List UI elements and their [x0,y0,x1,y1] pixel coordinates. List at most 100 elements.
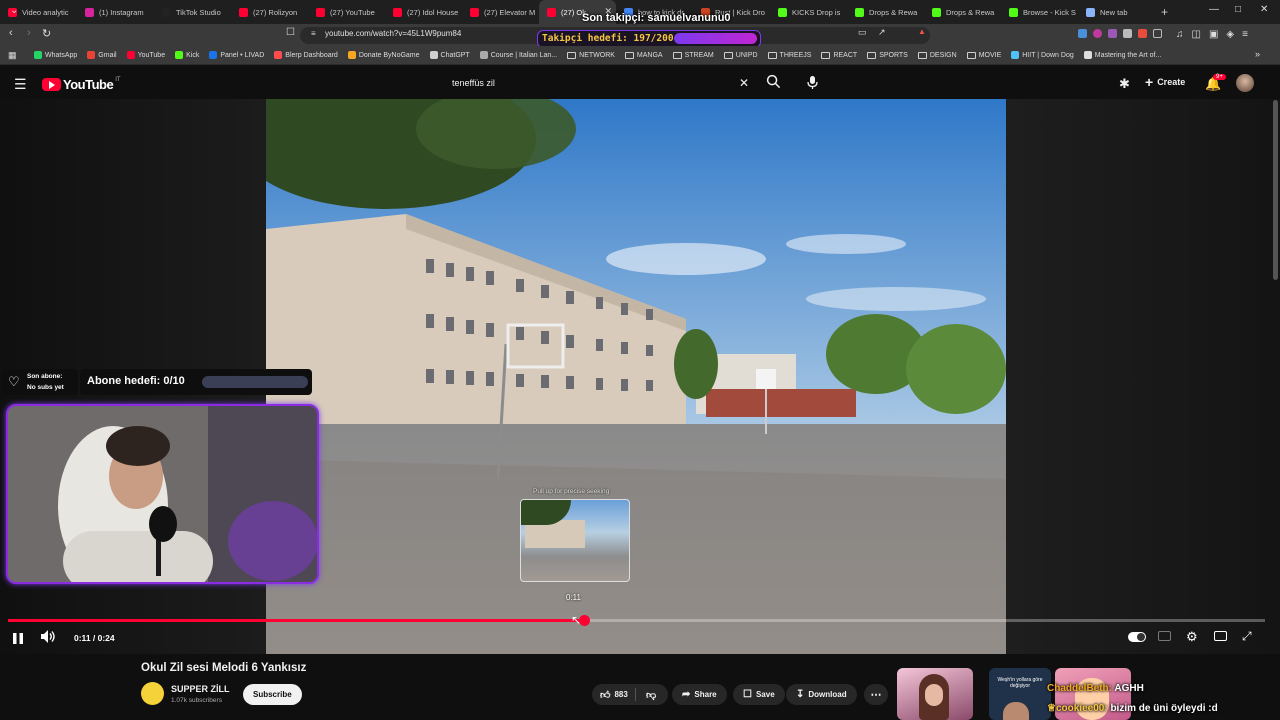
bookmark-folder[interactable]: DESIGN [917,51,957,59]
menu-icon[interactable]: ≡ [1242,29,1248,41]
bookmark-item[interactable]: Kick [175,51,199,59]
url-text[interactable]: youtube.com/watch?v=45L1W9pum84 [325,29,461,38]
create-button[interactable]: + Create [1145,75,1185,89]
bookmark-item[interactable]: YouTube [126,51,165,59]
browser-tab[interactable]: (27) Idol House [385,0,462,24]
folder-icon [767,51,777,59]
bookmark-item[interactable]: Course | Italian Lan... [479,51,557,59]
recommended-thumbnail[interactable]: Weşh'in yollara göre değişiyor [989,668,1051,720]
bookmark-folder[interactable]: STREAM [672,51,714,59]
browser-tab[interactable]: New tab [1078,0,1155,24]
apps-grid-icon[interactable]: ▦ [8,50,17,61]
bookmark-item[interactable]: ChatGPT [429,51,470,59]
channel-avatar[interactable] [141,682,164,705]
studio-icon[interactable]: ✱ [1119,76,1130,92]
settings-gear-icon[interactable]: ⚙ [1186,629,1198,645]
bookmark-item[interactable]: Panel • LIVAD [209,51,264,59]
share-page-icon[interactable]: ↗ [878,27,886,38]
site-info-icon[interactable]: ≡ [311,29,316,38]
browser-tab[interactable]: (1) Instagram [77,0,154,24]
browser-tab[interactable]: (27) Elevator M [462,0,539,24]
browser-tab[interactable]: KICKS Drop is [770,0,847,24]
save-button[interactable]: ☐ Save [733,684,785,705]
thumbnail-caption: Weşh'in yollara göre değişiyor [997,677,1043,689]
sidebar-icon[interactable]: ◫ [1192,29,1201,41]
folder-icon [567,51,577,59]
bookmark-item[interactable]: Gmail [87,51,117,59]
volume-icon[interactable] [41,630,56,648]
autoplay-toggle[interactable] [1128,632,1146,642]
browser-tab[interactable]: Browse - Kick S [1001,0,1078,24]
minimize-icon[interactable]: — [1209,4,1219,15]
more-bookmarks-icon[interactable]: » [1255,49,1260,59]
bookmark-folder[interactable]: REACT [821,51,857,59]
tab-search-icon[interactable]: ⌄ [10,5,18,16]
browser-tab[interactable]: (27) Rolizyon [231,0,308,24]
forward-icon[interactable]: › [27,27,31,39]
bookmark-label: MOVIE [978,51,1002,59]
youtube-logo[interactable]: YouTube IT [42,77,121,92]
browser-tab[interactable]: Drops & Rewa [847,0,924,24]
subtitles-icon[interactable] [1158,631,1171,641]
browser-tab[interactable]: Drops & Rewa [924,0,1001,24]
page-scrollbar[interactable] [1273,100,1278,280]
bookmark-favicon-icon [126,51,135,59]
extension-icon[interactable] [1078,29,1087,38]
vpn-icon[interactable]: ▲ [918,27,926,36]
voice-search-icon[interactable] [806,75,819,95]
video-title: Okul Zil sesi Melodi 6 Yankısız [141,662,307,674]
bookmark-label: HIIT | Down Dog [1022,51,1074,59]
channel-name[interactable]: SUPPER ZİLL [171,684,230,694]
extension-icon[interactable] [1138,29,1147,38]
video-frame[interactable] [266,99,1006,654]
back-icon[interactable]: ‹ [9,27,13,39]
avatar[interactable] [1236,74,1254,92]
clear-search-icon[interactable]: ✕ [739,76,749,90]
extension-icon[interactable] [1123,29,1132,38]
fullscreen-icon[interactable]: ⤢ [1242,629,1252,644]
bookmark-folder[interactable]: NETWORK [567,51,615,59]
recommended-thumbnail[interactable] [897,668,973,720]
search-icon[interactable] [766,74,781,94]
dislike-button[interactable]: 👎︎ [646,689,656,701]
more-actions-button[interactable]: ⋯ [864,684,888,705]
close-window-icon[interactable]: ✕ [1260,4,1268,15]
search-query-text[interactable]: teneffüs zil [452,78,495,88]
bookmark-page-icon[interactable]: ☐ [286,27,295,38]
reload-icon[interactable]: ↻ [42,27,51,40]
bookmark-folder[interactable]: SPORTS [867,51,908,59]
music-icon[interactable]: ♫ [1176,29,1184,41]
browser-tab[interactable]: TikTok Studio [154,0,231,24]
bookmark-item[interactable]: Donate ByNoGame [347,51,420,59]
bookmark-item[interactable]: Blerp Dashboard [274,51,338,59]
hamburger-menu-icon[interactable]: ☰ [14,76,27,93]
tab-label: Video analytic [22,7,69,17]
extension-icon[interactable] [1108,29,1117,38]
share-button[interactable]: ➦ Share [672,684,727,705]
bookmark-folder[interactable]: MANGA [624,51,663,59]
like-button[interactable]: 👍︎ 883 [592,688,636,701]
download-button[interactable]: ↧ Download [786,684,857,705]
bookmark-folder[interactable]: THREEJS [767,51,811,59]
cast-icon[interactable]: ▭ [858,27,867,38]
new-tab-button[interactable]: + [1161,5,1175,19]
theater-mode-icon[interactable] [1214,631,1227,641]
extension-icon[interactable] [1093,29,1102,38]
bookmark-favicon-icon [1083,51,1092,59]
bookmark-item[interactable]: WhatsApp [34,51,77,59]
extension-icon[interactable] [1153,29,1162,38]
bookmark-item[interactable]: HIIT | Down Dog [1011,51,1074,59]
vpn-shield-icon[interactable]: ◈ [1226,29,1234,41]
tab-favicon-icon [316,7,325,17]
maximize-icon[interactable]: □ [1235,4,1241,15]
browser-tab[interactable]: (27) YouTube [308,0,385,24]
subscribe-button[interactable]: Subscribe [243,684,302,705]
bookmark-folder[interactable]: MOVIE [966,51,1002,59]
mouse-cursor-icon: ↖ [571,613,582,627]
bookmark-item[interactable]: Mastering the Art of... [1083,51,1161,59]
wallet-icon[interactable]: ▣ [1209,29,1218,41]
tab-favicon-icon [1009,7,1018,17]
pause-icon[interactable] [13,631,23,649]
bookmark-folder[interactable]: UNIPD [723,51,758,59]
like-count: 883 [614,690,628,699]
